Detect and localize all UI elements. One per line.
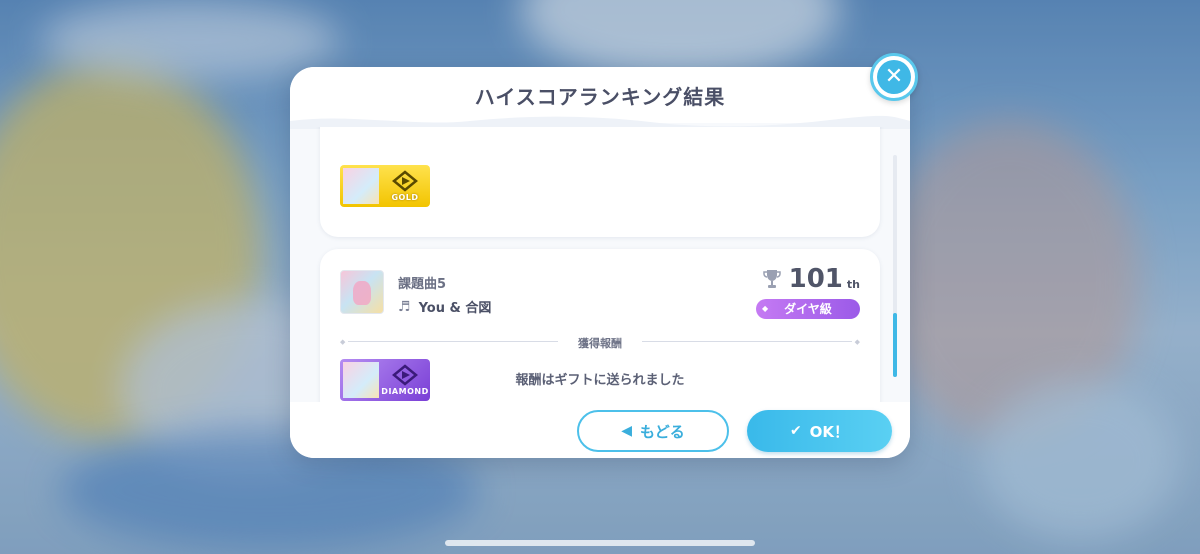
ranking-result-dialog: ハイスコアランキング結果 GOLD 課題曲5 ♬ You & 合図 101 th… xyxy=(290,67,910,458)
result-card-previous: GOLD xyxy=(320,127,880,237)
ok-button[interactable]: ✔ OK！ xyxy=(747,410,892,452)
rewards-divider-label: 獲得報酬 xyxy=(578,337,622,350)
rank-suffix: th xyxy=(846,278,860,291)
song-label: 課題曲5 xyxy=(398,277,447,292)
gift-notice: 報酬はギフトに送られました xyxy=(515,373,685,388)
reward-gold-item: GOLD xyxy=(340,165,430,207)
back-button-label: もどる xyxy=(640,422,685,441)
close-icon: ✕ xyxy=(877,60,911,94)
dialog-header: ハイスコアランキング結果 xyxy=(290,67,910,129)
close-button[interactable]: ✕ xyxy=(870,53,918,101)
reward-jacket-thumb xyxy=(343,168,379,204)
rank-number: 101 xyxy=(788,264,843,294)
arrow-left-icon: ◀ xyxy=(621,423,633,439)
rank-display: 101 th xyxy=(762,264,860,294)
song-jacket-image xyxy=(340,270,384,314)
ok-button-label: OK！ xyxy=(809,422,850,441)
tier-badge: ダイヤ級 xyxy=(756,299,860,319)
music-note-icon: ♬ xyxy=(398,298,411,315)
reward-badge-label: DIAMOND xyxy=(381,387,429,396)
play-logo-icon xyxy=(392,170,418,192)
reward-badge-label: GOLD xyxy=(391,193,419,202)
song-name: You & 合図 xyxy=(418,301,492,316)
checkmark-icon: ✔ xyxy=(789,423,802,439)
home-indicator[interactable] xyxy=(445,540,755,546)
dialog-title: ハイスコアランキング結果 xyxy=(474,85,726,109)
trophy-icon xyxy=(762,270,781,288)
back-button[interactable]: ◀ もどる xyxy=(577,410,729,452)
song-name-row: ♬ You & 合図 xyxy=(398,297,492,317)
results-scroll-area[interactable]: GOLD 課題曲5 ♬ You & 合図 101 th ◆ ダイヤ級 ◆ 獲得報… xyxy=(290,127,910,407)
rewards-divider: ◆ 獲得報酬 ◆ xyxy=(340,337,860,350)
scrollbar-thumb[interactable] xyxy=(893,313,897,377)
